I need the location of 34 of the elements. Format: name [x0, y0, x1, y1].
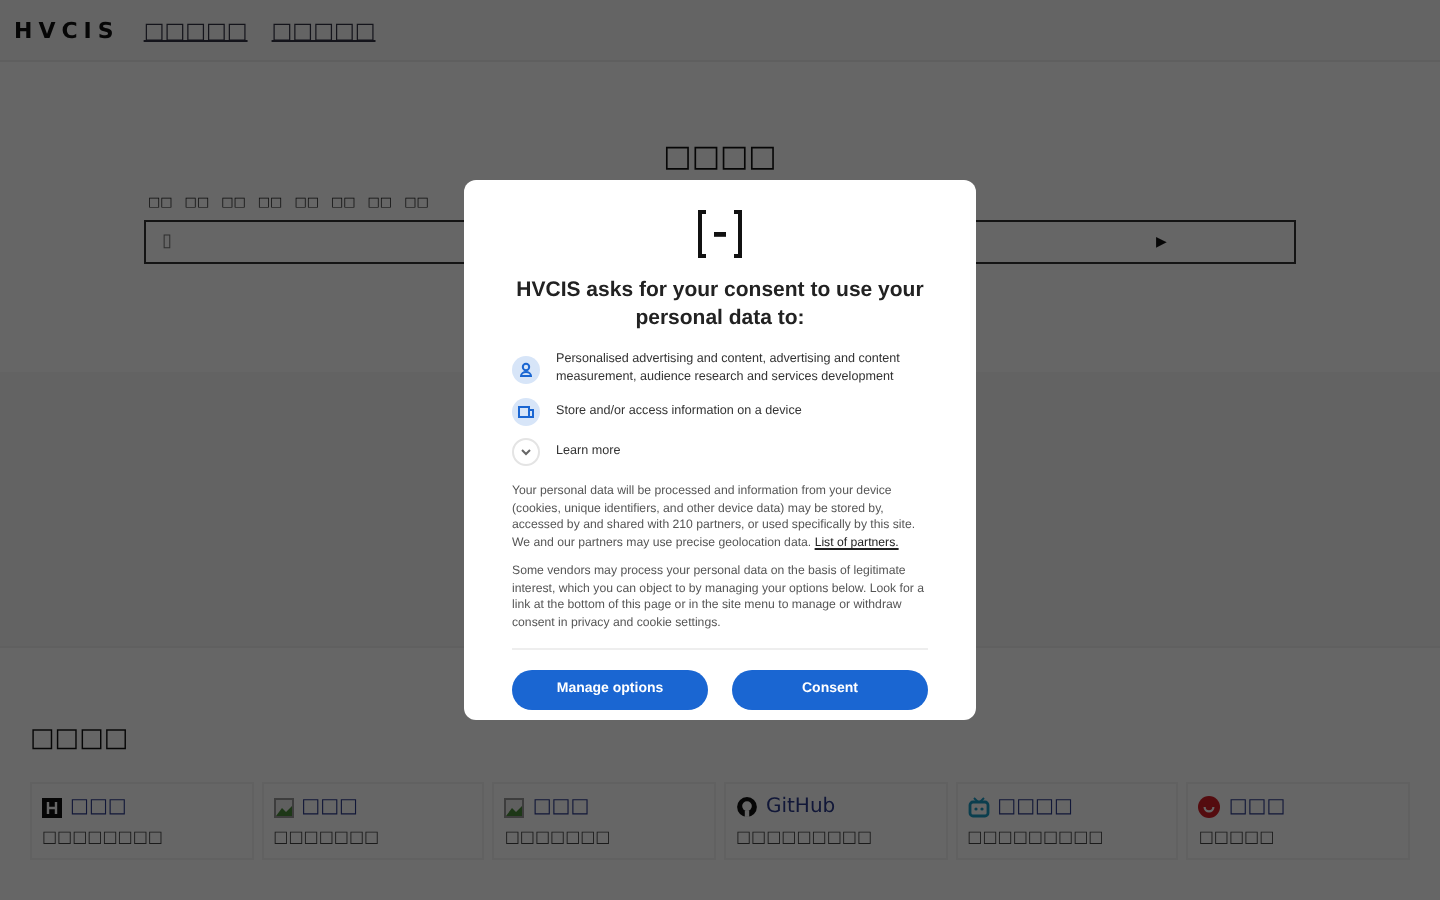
tv-icon — [967, 796, 990, 818]
devices-icon — [512, 398, 540, 427]
link-card[interactable]: □□□ □□□□□□□□ — [30, 782, 254, 860]
card-title[interactable]: □□□ — [70, 796, 127, 818]
site-logo[interactable]: HVCIS — [14, 17, 120, 43]
link-card[interactable]: □□□ □□□□□□□ — [492, 782, 716, 860]
card-title[interactable]: □□□ — [1228, 796, 1286, 818]
bracket-logo-icon — [698, 210, 742, 258]
link-card[interactable]: □□□ □□□□□□□ — [261, 782, 485, 860]
card-title[interactable]: □□□ — [532, 796, 590, 818]
link-card[interactable]: □□□ □□□□□ — [1186, 782, 1410, 860]
nav-link[interactable]: □□□□□ — [143, 17, 248, 43]
broken-image-icon — [273, 797, 294, 817]
card-description: □□□□□□□□□ — [735, 828, 875, 846]
dialog-title: HVCIS asks for your consent to use your personal data to: — [514, 278, 926, 333]
card-description: □□□□□□□ — [504, 828, 613, 846]
link-card[interactable]: □□□□ □□□□□□□□□ — [955, 782, 1179, 860]
card-title[interactable]: □□□□ — [997, 796, 1073, 818]
chevron-down-icon[interactable] — [512, 438, 540, 467]
hero-title: □□□□ — [663, 138, 777, 174]
link-card[interactable]: GitHub □□□□□□□□□ — [723, 782, 948, 860]
card-title[interactable]: GitHub — [765, 796, 836, 818]
github-icon — [735, 796, 758, 818]
card-title[interactable]: □□□ — [301, 796, 359, 818]
card-description: □□□□□ — [1198, 828, 1277, 846]
person-icon — [512, 355, 540, 384]
card-description: □□□□□□□ — [273, 828, 382, 846]
section-title: □□□□ — [30, 724, 129, 754]
round-logo-icon — [1198, 796, 1221, 818]
broken-image-icon — [504, 797, 525, 817]
card-description: □□□□□□□□□ — [967, 828, 1106, 846]
nav-link[interactable]: □□□□□ — [271, 17, 376, 43]
letter-h-icon — [42, 797, 62, 817]
card-description: □□□□□□□□ — [42, 828, 165, 846]
